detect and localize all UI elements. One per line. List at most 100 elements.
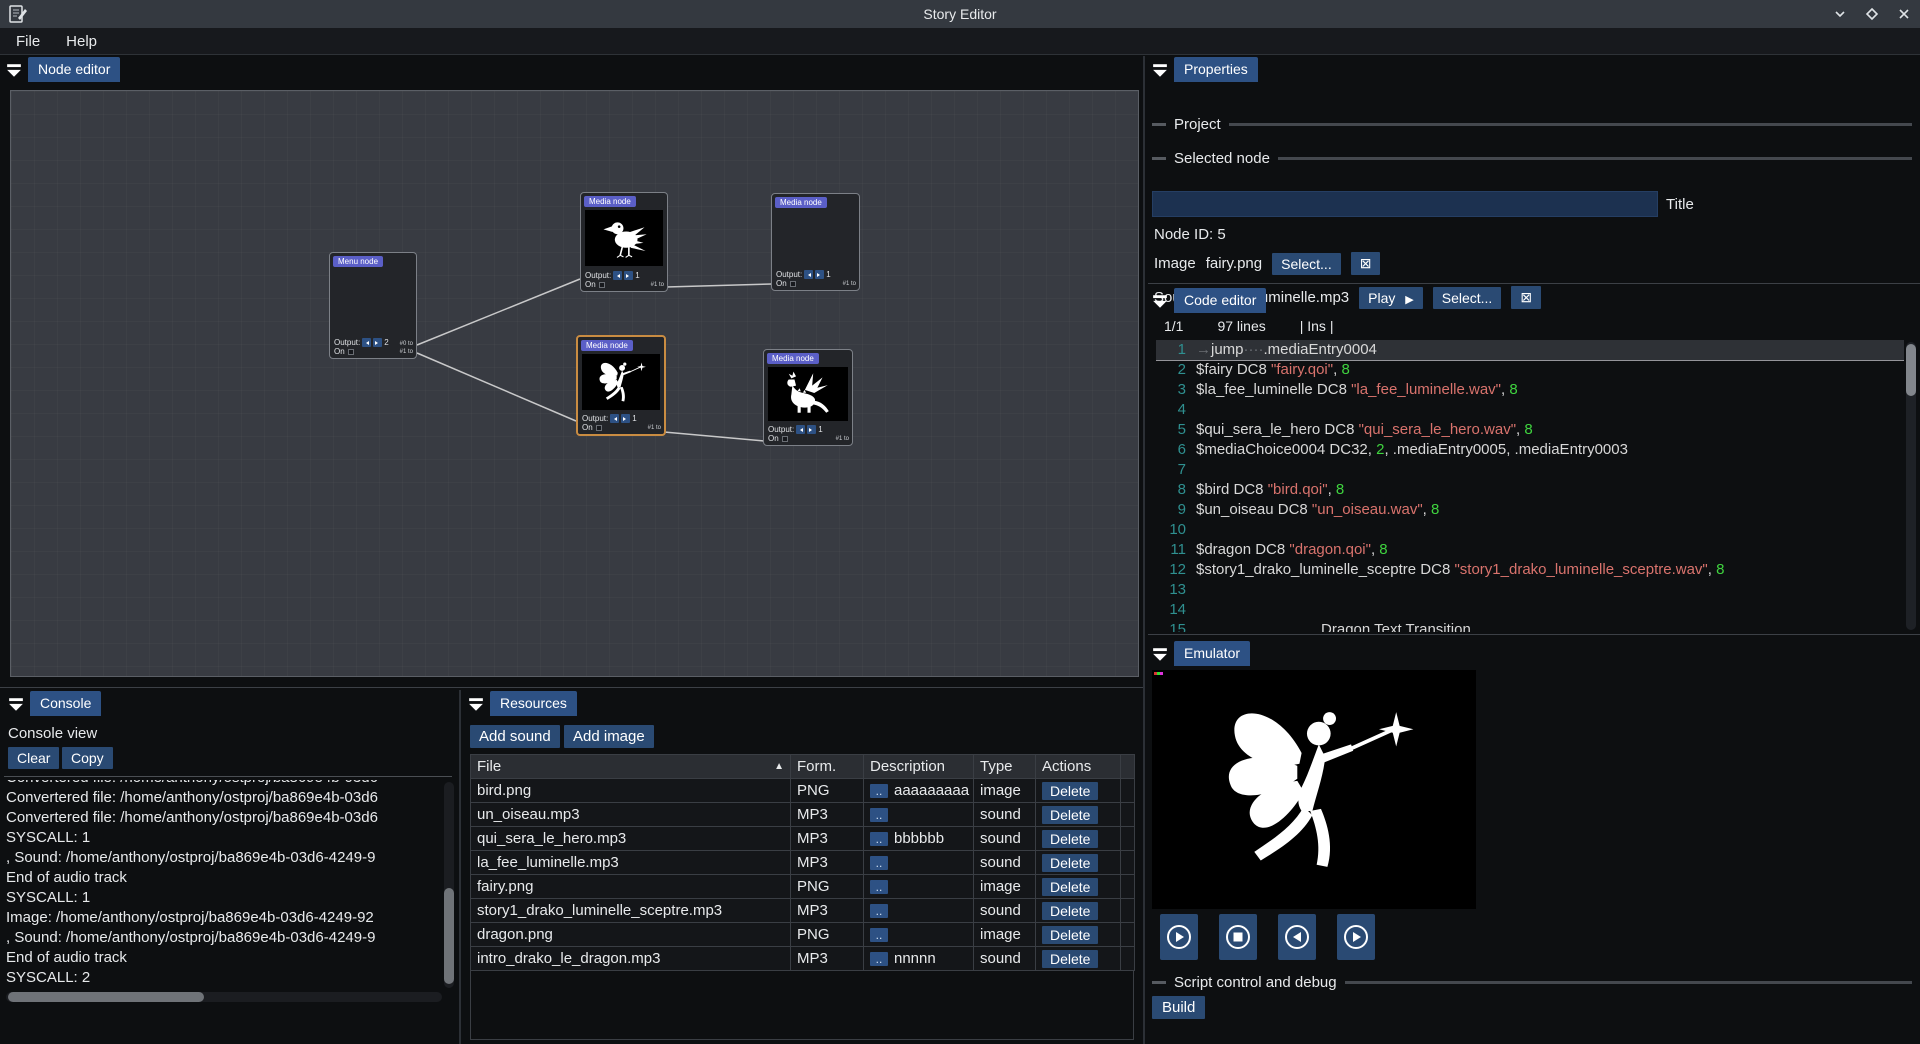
code-line[interactable]: 4: [1156, 400, 1904, 420]
step-forward-button[interactable]: [1337, 914, 1375, 960]
sort-ascending-icon[interactable]: ▲: [774, 761, 784, 772]
console-copy-button[interactable]: Copy: [62, 747, 113, 769]
tab-emulator[interactable]: Emulator: [1174, 641, 1250, 666]
edit-description-button[interactable]: ..: [870, 856, 888, 870]
console-output[interactable]: Convertered file: /home/anthony/ostproj/…: [6, 780, 442, 988]
edit-description-button[interactable]: ..: [870, 784, 888, 798]
tab-node-editor[interactable]: Node editor: [28, 57, 120, 82]
code-line[interactable]: 2$fairy DC8 "fairy.qoi", 8: [1156, 360, 1904, 380]
edit-description-button[interactable]: ..: [870, 808, 888, 822]
title-input[interactable]: [1152, 191, 1658, 217]
delete-button[interactable]: Delete: [1042, 854, 1098, 872]
output-next-button[interactable]: [807, 425, 816, 434]
on-checkbox[interactable]: [599, 282, 605, 288]
table-row[interactable]: qui_sera_le_hero.mp3MP3..bbbbbbsoundDele…: [471, 827, 1135, 851]
media-node-dragon[interactable]: Media node Output: 1 On #1 to: [763, 349, 853, 446]
output-prev-button[interactable]: [804, 270, 813, 279]
add-image-button[interactable]: Add image: [564, 725, 654, 748]
code-line[interactable]: 1→jump····.mediaEntry0004: [1156, 340, 1904, 360]
code-line[interactable]: 15 Dragon Text Transition: [1156, 620, 1904, 632]
collapse-icon[interactable]: [6, 63, 22, 78]
sound-clear-button[interactable]: ⊠: [1511, 286, 1541, 309]
media-node-fairy[interactable]: Media node Output: 1 On #1 to: [576, 335, 666, 436]
table-row[interactable]: un_oiseau.mp3MP3..soundDelete: [471, 803, 1135, 827]
node-output-ports[interactable]: #1 to: [843, 280, 856, 288]
code-line[interactable]: 3$la_fee_luminelle DC8 "la_fee_luminelle…: [1156, 380, 1904, 400]
code-line[interactable]: 11$dragon DC8 "dragon.qoi", 8: [1156, 540, 1904, 560]
output-next-button[interactable]: [373, 338, 382, 347]
console-vscrollbar[interactable]: [444, 782, 454, 988]
column-description[interactable]: Description: [864, 755, 974, 779]
column-type[interactable]: Type: [974, 755, 1036, 779]
step-back-button[interactable]: [1278, 914, 1316, 960]
menu-help[interactable]: Help: [66, 33, 97, 50]
tab-console[interactable]: Console: [30, 691, 101, 716]
minimize-icon[interactable]: [1830, 4, 1850, 24]
table-row[interactable]: intro_drako_le_dragon.mp3MP3..nnnnnsound…: [471, 947, 1135, 971]
delete-button[interactable]: Delete: [1042, 830, 1098, 848]
close-icon[interactable]: [1894, 4, 1914, 24]
tab-code-editor[interactable]: Code editor: [1174, 288, 1266, 313]
node-output-ports[interactable]: #1 to: [648, 424, 661, 432]
code-line[interactable]: 13: [1156, 580, 1904, 600]
node-output-ports[interactable]: #1 to: [651, 281, 664, 289]
collapse-icon[interactable]: [8, 697, 24, 712]
on-checkbox[interactable]: [782, 436, 788, 442]
code-line[interactable]: 10: [1156, 520, 1904, 540]
column-actions[interactable]: Actions: [1036, 755, 1121, 779]
code-line[interactable]: 14: [1156, 600, 1904, 620]
menu-node[interactable]: Menu node Output: 2 On #0 to #1 to: [329, 252, 417, 359]
sound-select-button[interactable]: Select...: [1433, 287, 1502, 309]
output-next-button[interactable]: [815, 270, 824, 279]
code-line[interactable]: 12$story1_drako_luminelle_sceptre DC8 "s…: [1156, 560, 1904, 580]
table-row[interactable]: dragon.pngPNG..imageDelete: [471, 923, 1135, 947]
menu-file[interactable]: File: [16, 33, 40, 50]
tab-properties[interactable]: Properties: [1174, 57, 1258, 82]
collapse-icon[interactable]: [1152, 63, 1168, 78]
code-line[interactable]: 8$bird DC8 "bird.qoi", 8: [1156, 480, 1904, 500]
edit-description-button[interactable]: ..: [870, 952, 888, 966]
image-clear-button[interactable]: ⊠: [1351, 252, 1381, 275]
code-line[interactable]: 5$qui_sera_le_hero DC8 "qui_sera_le_hero…: [1156, 420, 1904, 440]
code-vscrollbar[interactable]: [1906, 342, 1916, 630]
code-line[interactable]: 7: [1156, 460, 1904, 480]
code-line[interactable]: 6$mediaChoice0004 DC32, 2, .mediaEntry00…: [1156, 440, 1904, 460]
collapse-icon[interactable]: [1152, 647, 1168, 662]
node-output-ports[interactable]: #0 to #1 to: [400, 340, 413, 356]
stop-button[interactable]: [1219, 914, 1257, 960]
table-row[interactable]: story1_drako_luminelle_sceptre.mp3MP3..s…: [471, 899, 1135, 923]
media-node-empty[interactable]: Media node Output: 1 On #1 to: [771, 193, 860, 291]
table-row[interactable]: bird.pngPNG..aaaaaaaaaimageDelete: [471, 779, 1135, 803]
edit-description-button[interactable]: ..: [870, 832, 888, 846]
edit-description-button[interactable]: ..: [870, 928, 888, 942]
node-editor-canvas[interactable]: Menu node Output: 2 On #0 to #1 to Media…: [10, 90, 1139, 677]
on-checkbox[interactable]: [596, 425, 602, 431]
delete-button[interactable]: Delete: [1042, 902, 1098, 920]
delete-button[interactable]: Delete: [1042, 782, 1098, 800]
node-output-ports[interactable]: #1 to: [836, 435, 849, 443]
build-button[interactable]: Build: [1152, 996, 1205, 1019]
on-checkbox[interactable]: [348, 349, 354, 355]
image-select-button[interactable]: Select...: [1272, 253, 1341, 275]
collapse-icon[interactable]: [468, 697, 484, 712]
output-prev-button[interactable]: [796, 425, 805, 434]
output-prev-button[interactable]: [362, 338, 371, 347]
media-node-bird[interactable]: Media node Output: 1 On #1 to: [580, 192, 668, 292]
play-button[interactable]: [1160, 914, 1198, 960]
column-form[interactable]: Form.: [791, 755, 864, 779]
table-row[interactable]: fairy.pngPNG..imageDelete: [471, 875, 1135, 899]
delete-button[interactable]: Delete: [1042, 950, 1098, 968]
console-clear-button[interactable]: Clear: [8, 747, 59, 769]
column-file[interactable]: File ▲: [471, 755, 791, 779]
delete-button[interactable]: Delete: [1042, 926, 1098, 944]
output-next-button[interactable]: [621, 414, 630, 423]
tab-resources[interactable]: Resources: [490, 691, 577, 716]
maximize-icon[interactable]: [1862, 4, 1882, 24]
add-sound-button[interactable]: Add sound: [470, 725, 560, 748]
code-line[interactable]: 9$un_oiseau DC8 "un_oiseau.wav", 8: [1156, 500, 1904, 520]
collapse-icon[interactable]: [1152, 294, 1168, 309]
on-checkbox[interactable]: [790, 281, 796, 287]
sound-play-button[interactable]: Play ▶: [1359, 287, 1423, 309]
delete-button[interactable]: Delete: [1042, 806, 1098, 824]
edit-description-button[interactable]: ..: [870, 880, 888, 894]
